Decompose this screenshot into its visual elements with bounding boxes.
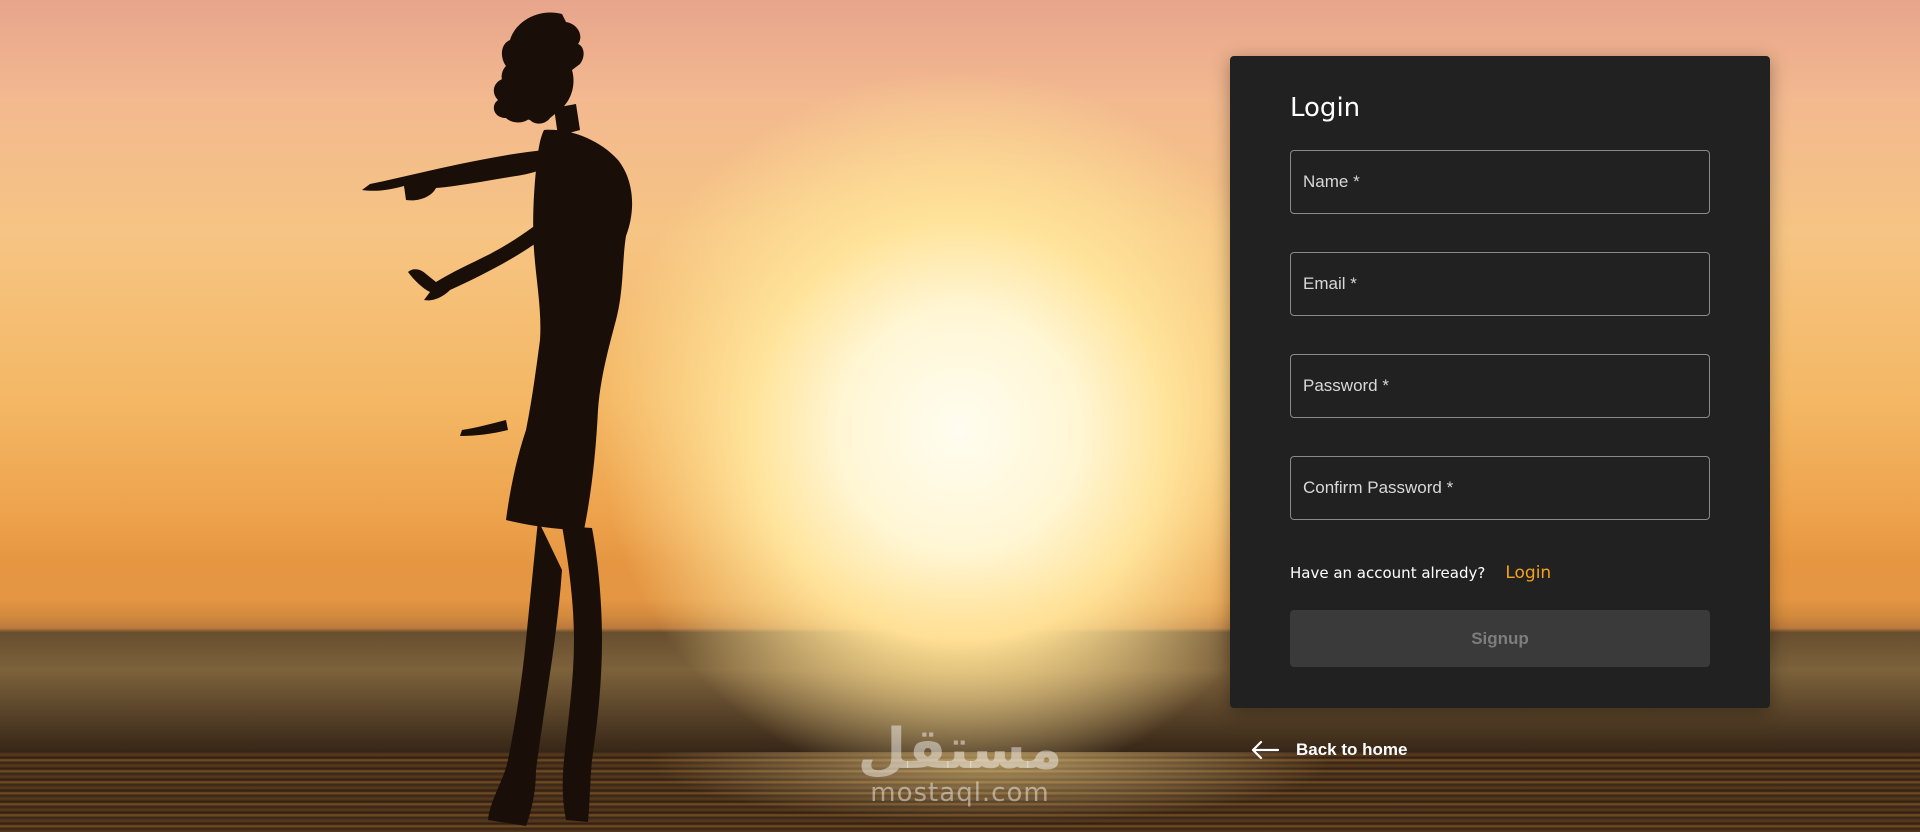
- password-input[interactable]: [1291, 355, 1709, 417]
- email-field[interactable]: Email *: [1290, 252, 1710, 316]
- woman-silhouette-image: [362, 12, 633, 826]
- confirm-password-field[interactable]: Confirm Password *: [1290, 456, 1710, 520]
- back-to-home-label: Back to home: [1296, 740, 1408, 759]
- login-page: مستقل mostaql.com Login Name * Email * P…: [0, 0, 1920, 832]
- account-prompt-text: Have an account already?: [1290, 564, 1486, 582]
- watermark-arabic: مستقل: [857, 717, 1065, 782]
- account-prompt-row: Have an account already? Login: [1290, 558, 1710, 588]
- watermark-logo: مستقل mostaql.com: [852, 720, 1068, 810]
- arrow-left-icon: [1251, 740, 1280, 760]
- signup-card: Login Name * Email * Password * Confirm …: [1230, 56, 1770, 708]
- back-to-home-link[interactable]: Back to home: [1250, 740, 1407, 760]
- name-field[interactable]: Name *: [1290, 150, 1710, 214]
- email-input[interactable]: [1291, 253, 1709, 315]
- watermark-url: mostaql.com: [870, 778, 1050, 808]
- password-field[interactable]: Password *: [1290, 354, 1710, 418]
- card-title: Login: [1290, 93, 1361, 123]
- login-link[interactable]: Login: [1505, 563, 1551, 583]
- name-input[interactable]: [1291, 151, 1709, 213]
- confirm-password-input[interactable]: [1291, 457, 1709, 519]
- signup-button[interactable]: Signup: [1290, 610, 1710, 667]
